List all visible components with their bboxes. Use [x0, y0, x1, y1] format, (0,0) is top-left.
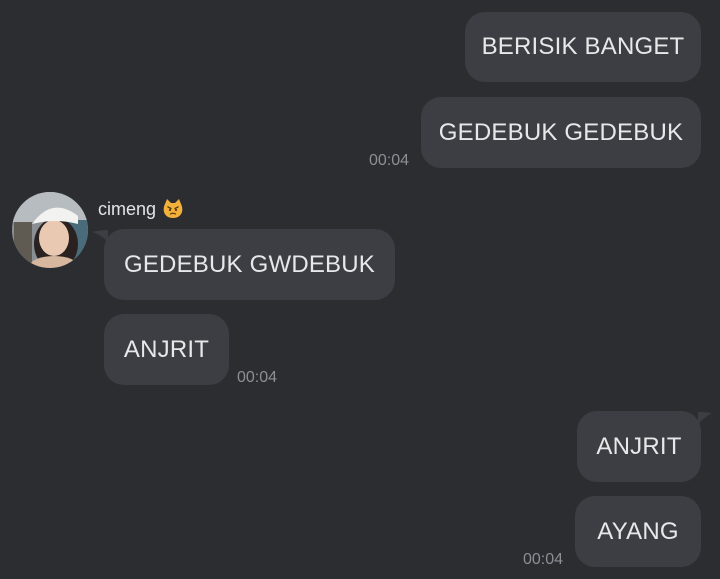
message-timestamp: 00:04: [523, 551, 564, 568]
message-text: AYANG: [597, 517, 679, 545]
avatar-photo: [12, 192, 88, 268]
angry-cat-emoji-icon: [163, 199, 183, 218]
avatar[interactable]: [12, 192, 88, 268]
outgoing-message-bubble[interactable]: GEDEBUK GEDEBUK: [421, 97, 701, 168]
outgoing-bubble-tail: [698, 412, 712, 424]
outgoing-message-bubble[interactable]: BERISIK BANGET: [465, 12, 701, 82]
message-text: BERISIK BANGET: [481, 33, 685, 60]
incoming-message-bubble[interactable]: ANJRIT: [104, 314, 229, 385]
message-text: ANJRIT: [123, 335, 210, 363]
incoming-message-bubble[interactable]: GEDEBUK GWDEBUK: [104, 229, 395, 300]
outgoing-message-bubble[interactable]: ANJRIT: [577, 411, 701, 482]
sender-name-label: cimeng: [98, 198, 157, 219]
message-text: ANJRIT: [596, 432, 682, 460]
sender-name[interactable]: cimeng: [98, 198, 184, 220]
message-timestamp: 00:04: [369, 152, 410, 169]
outgoing-message-bubble[interactable]: AYANG: [575, 496, 701, 567]
message-text: GEDEBUK GWDEBUK: [123, 250, 376, 278]
message-timestamp: 00:04: [237, 369, 278, 386]
message-text: GEDEBUK GEDEBUK: [438, 118, 684, 146]
